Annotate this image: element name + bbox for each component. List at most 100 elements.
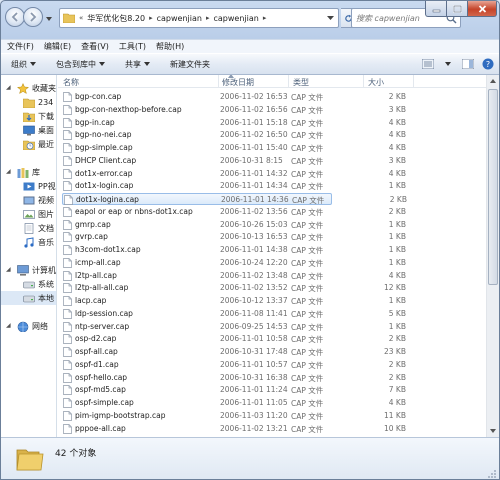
file-row[interactable]: bgp-simple.cap 2006-11-01 15:40 CAP 文件 4 KB — [58, 142, 486, 154]
nav-item[interactable]: 本地 — [1, 291, 56, 305]
minimize-button[interactable] — [425, 1, 447, 17]
file-row[interactable]: pppoe-all.cap 2006-11-02 13:21 CAP 文件 10 KB — [58, 423, 486, 435]
tree-expander-icon[interactable]: ◢ — [6, 266, 11, 273]
column-divider[interactable] — [363, 75, 364, 88]
column-header-size[interactable]: 大小 — [368, 77, 384, 88]
file-name: gmrp.cap — [75, 219, 111, 229]
resize-grip-icon[interactable] — [487, 469, 497, 479]
organize-button[interactable]: 组织 — [11, 59, 36, 70]
help-button[interactable]: ? — [481, 57, 495, 71]
nav-item[interactable]: 最近 — [1, 137, 54, 151]
file-row[interactable]: bgp-con.cap 2006-11-02 16:53 CAP 文件 2 KB — [58, 91, 486, 103]
nav-item[interactable]: 下载 — [1, 109, 54, 123]
menu-view[interactable]: 查看(V) — [81, 41, 109, 52]
address-dropdown-icon[interactable] — [327, 15, 334, 21]
nav-item[interactable]: 系统 — [1, 277, 54, 291]
menu-edit[interactable]: 编辑(E) — [44, 41, 71, 52]
file-date: 2006-11-01 11:05 — [220, 398, 288, 407]
breadcrumb-separator-icon[interactable]: ▸ — [262, 14, 268, 22]
nav-item-label: 文档 — [38, 223, 54, 233]
nav-item[interactable]: PP视 — [1, 179, 56, 193]
column-header-date[interactable]: 修改日期 — [222, 77, 254, 88]
file-name: l2tp-all-all.cap — [75, 283, 129, 293]
menu-file[interactable]: 文件(F) — [7, 41, 34, 52]
file-row[interactable]: ospf-d1.cap 2006-11-01 10:57 CAP 文件 2 KB — [58, 359, 486, 371]
organize-label: 组织 — [11, 59, 27, 69]
file-row[interactable]: lacp.cap 2006-10-12 13:37 CAP 文件 1 KB — [58, 295, 486, 307]
file-row[interactable]: ntp-server.cap 2006-09-25 14:53 CAP 文件 1 KB — [58, 321, 486, 333]
change-view-button[interactable] — [421, 57, 435, 71]
tree-expander-icon[interactable]: ◢ — [6, 322, 11, 329]
file-row[interactable]: l2tp-all-all.cap 2006-11-02 13:52 CAP 文件 12… — [58, 282, 486, 294]
close-button[interactable] — [467, 1, 497, 17]
file-row[interactable]: h3com-dot1x.cap 2006-11-01 14:38 CAP 文件 1 K… — [58, 244, 486, 256]
file-row[interactable]: gmrp.cap 2006-10-26 15:03 CAP 文件 1 KB — [58, 219, 486, 231]
breadcrumb-separator-icon[interactable]: ▸ — [205, 14, 211, 22]
file-type: CAP 文件 — [291, 386, 324, 396]
file-row[interactable]: ospf-all.cap 2006-10-31 17:48 CAP 文件 23 KB — [58, 346, 486, 358]
forward-button[interactable] — [23, 7, 43, 27]
file-row[interactable]: icmp-all.cap 2006-10-24 12:20 CAP 文件 1 KB — [58, 257, 486, 269]
file-row[interactable]: bgp-no-nei.cap 2006-11-02 16:50 CAP 文件 4 KB — [58, 129, 486, 141]
breadcrumb-item[interactable]: capwenjian — [157, 14, 202, 23]
tree-expander-icon[interactable]: ◢ — [6, 168, 11, 175]
file-row[interactable]: osp-d2.cap 2006-11-01 10:58 CAP 文件 2 KB — [58, 333, 486, 345]
nav-item[interactable]: 234 — [1, 95, 53, 109]
share-button[interactable]: 共享 — [125, 59, 150, 70]
breadcrumb-separator-icon[interactable]: ▸ — [148, 14, 154, 22]
back-button[interactable] — [5, 7, 25, 27]
tree-expander-icon[interactable]: ◢ — [6, 84, 11, 91]
file-row[interactable]: bgp-in.cap 2006-11-01 15:18 CAP 文件 4 KB — [58, 117, 486, 129]
file-date: 2006-11-01 10:57 — [220, 359, 288, 369]
file-row[interactable]: dot1x-login.cap 2006-11-01 14:34 CAP 文件 1 K… — [58, 180, 486, 192]
nav-item[interactable]: 视频 — [1, 193, 54, 207]
file-row[interactable]: pim-igmp-bootstrap.cap 2006-11-03 11:20 CA… — [58, 410, 486, 422]
column-divider[interactable] — [218, 75, 219, 88]
breadcrumb-overflow-icon[interactable]: « — [78, 14, 84, 22]
scroll-down-button[interactable] — [487, 425, 499, 437]
maximize-button[interactable] — [446, 1, 468, 17]
nav-item[interactable]: 文档 — [1, 221, 54, 235]
file-type: CAP 文件 — [291, 360, 324, 370]
pictures-icon — [23, 209, 35, 219]
file-row[interactable]: ldp-session.cap 2006-11-08 11:41 CAP 文件 5 K… — [58, 308, 486, 320]
recent-pages-dropdown-icon[interactable] — [45, 15, 53, 23]
file-row[interactable]: DHCP Client.cap 2006-10-31 8:15 CAP 文件 3 KB — [58, 155, 486, 167]
file-row[interactable]: eapol or eap or nbns-dot1x.cap 2006-11-02… — [58, 206, 486, 218]
file-row[interactable]: bgp-con-nexthop-before.cap 2006-11-02 16:… — [58, 104, 486, 116]
new-folder-button[interactable]: 新建文件夹 — [170, 59, 210, 70]
file-date: 2006-10-31 17:48 — [220, 347, 288, 356]
file-row[interactable]: dot1x-logina.cap 2006-11-01 14:36 CAP 文件 2 … — [62, 193, 407, 205]
view-options-dropdown[interactable] — [441, 57, 455, 71]
scroll-up-button[interactable] — [487, 75, 499, 87]
menu-tools[interactable]: 工具(T) — [119, 41, 146, 52]
file-row[interactable]: ospf-simple.cap 2006-11-01 11:05 CAP 文件 4 K… — [58, 397, 486, 409]
column-divider[interactable] — [288, 75, 289, 88]
file-row[interactable]: gvrp.cap 2006-10-13 16:53 CAP 文件 1 KB — [58, 231, 486, 243]
include-in-library-button[interactable]: 包含到库中 — [56, 59, 105, 70]
file-type: CAP 文件 — [291, 348, 324, 357]
file-list: 名称 修改日期 类型 大小 bgp-con.cap 2006-11-02 16:5… — [58, 75, 486, 437]
column-header-name[interactable]: 名称 — [63, 77, 79, 88]
breadcrumb-item[interactable]: capwenjian — [213, 14, 258, 23]
nav-item[interactable]: 桌面 — [1, 123, 54, 137]
file-row[interactable]: ospf-hello.cap 2006-10-31 16:38 CAP 文件 2 KB — [58, 372, 486, 384]
file-row[interactable]: l2tp-all.cap 2006-11-02 13:48 CAP 文件 4 KB — [58, 270, 486, 282]
file-date: 2006-11-02 13:52 — [220, 283, 288, 293]
nav-item[interactable]: 图片 — [1, 207, 54, 221]
file-size: 4 KB — [388, 130, 406, 140]
nav-item[interactable]: 音乐 — [1, 235, 54, 249]
arrow-left-icon — [11, 12, 18, 22]
address-bar[interactable]: « 华军优化包8.20 ▸ capwenjian ▸ capwenjian ▸ — [59, 8, 339, 28]
breadcrumb-item[interactable]: 华军优化包8.20 — [87, 13, 145, 24]
column-divider[interactable] — [413, 75, 414, 88]
scrollbar-thumb[interactable] — [488, 89, 498, 285]
file-row[interactable]: dot1x-error.cap 2006-11-01 14:32 CAP 文件 4 K… — [58, 168, 486, 180]
menu-help[interactable]: 帮助(H) — [156, 41, 184, 52]
download-icon — [23, 112, 35, 122]
file-type: CAP 文件 — [291, 424, 324, 434]
preview-pane-button[interactable] — [461, 57, 475, 71]
column-header-type[interactable]: 类型 — [293, 77, 309, 88]
file-row[interactable]: ospf-md5.cap 2006-11-01 11:24 CAP 文件 7 KB — [58, 384, 486, 396]
vertical-scrollbar[interactable] — [486, 75, 499, 437]
